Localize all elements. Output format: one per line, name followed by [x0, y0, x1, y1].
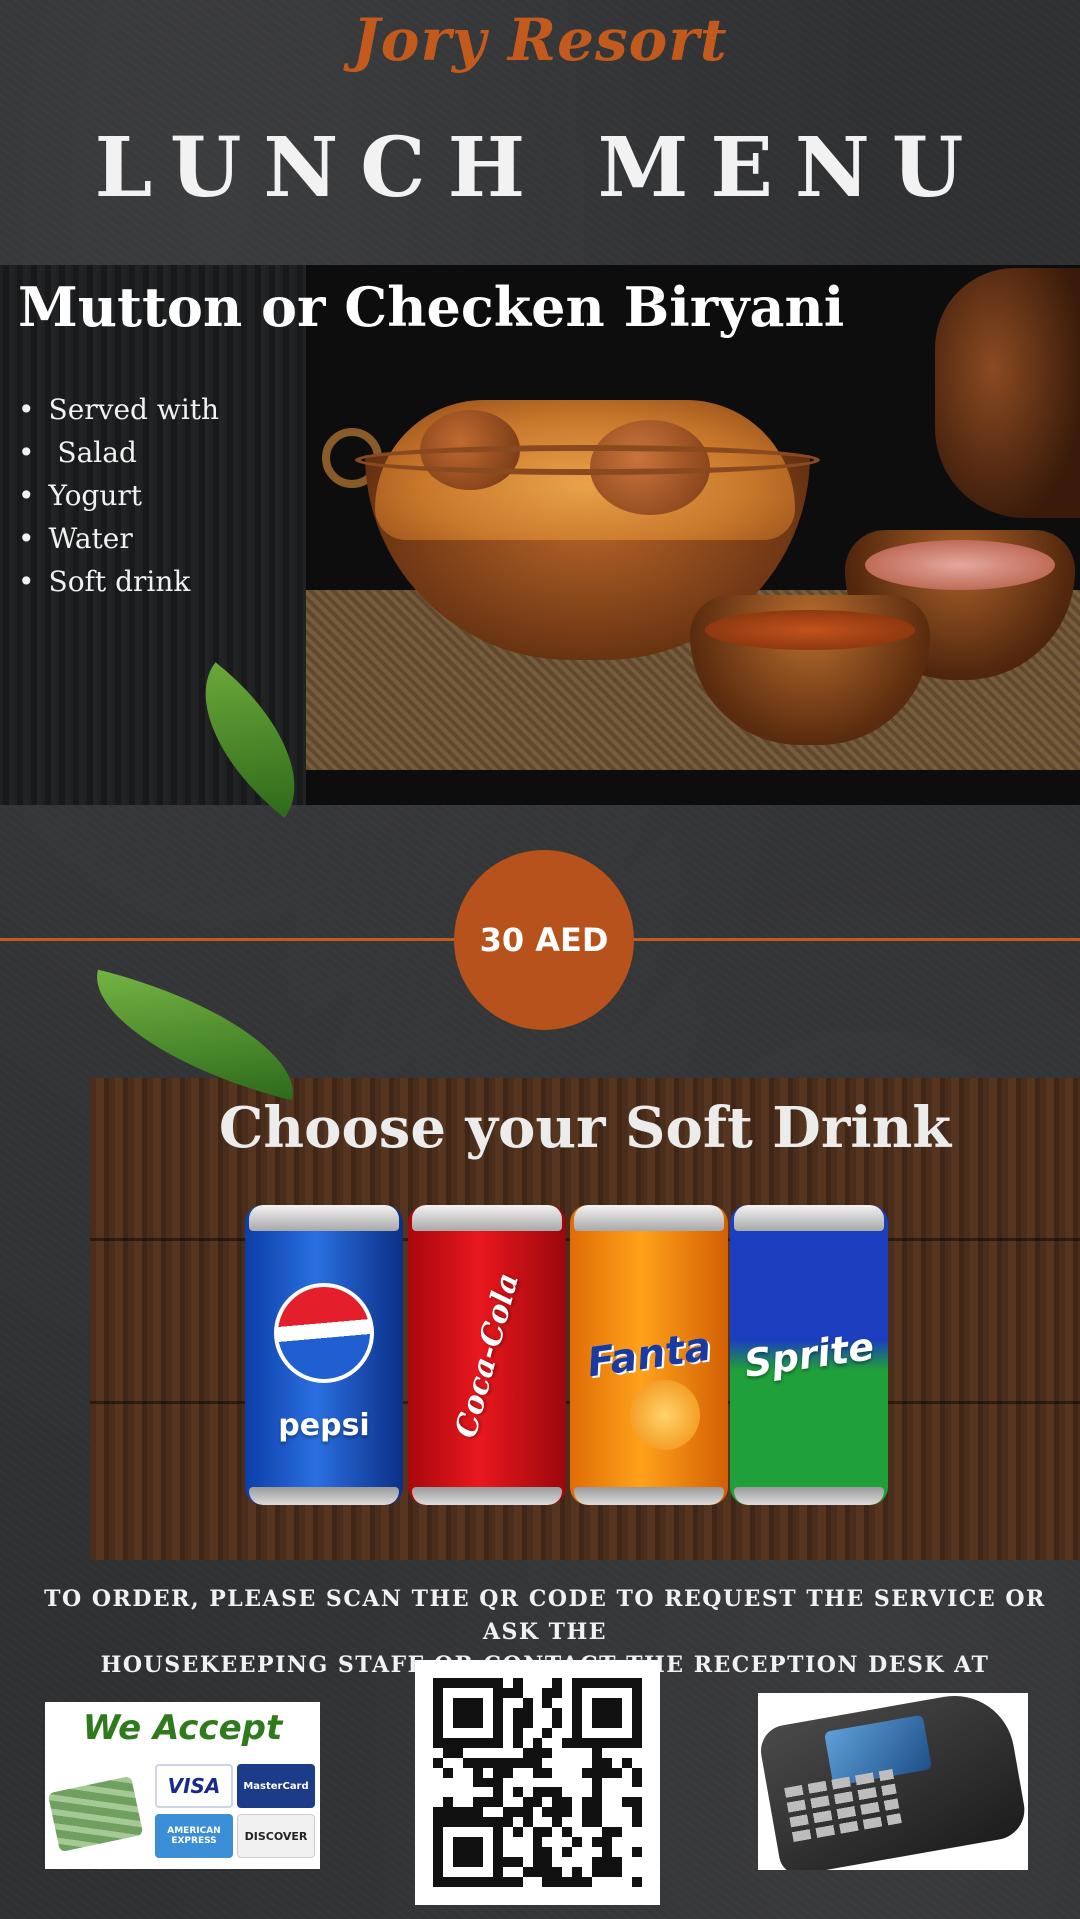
pepsi-label: pepsi — [278, 1407, 370, 1443]
curry-image — [705, 610, 915, 650]
cash-icon — [47, 1775, 144, 1853]
bowl-rim — [355, 445, 820, 475]
clay-pot-image — [935, 268, 1080, 518]
pepsi-logo-icon — [274, 1283, 374, 1383]
list-item: Yogurt — [18, 474, 219, 517]
orange-icon — [630, 1380, 700, 1450]
price-badge: 30 AED — [454, 850, 634, 1030]
dish-title: Mutton or Checken Biryani — [18, 275, 845, 339]
coca-cola-can[interactable]: Coca-Cola — [408, 1205, 566, 1505]
qr-code-icon[interactable] — [415, 1660, 660, 1905]
fanta-can[interactable]: Fanta — [570, 1205, 728, 1505]
payment-methods-card: We Accept VISA MasterCard AMERICAN EXPRE… — [45, 1702, 320, 1869]
drinks-title: Choose your Soft Drink — [218, 1095, 952, 1161]
list-item: Soft drink — [18, 560, 219, 603]
onion-salad-image — [865, 540, 1055, 590]
amex-logo-icon: AMERICAN EXPRESS — [155, 1814, 233, 1858]
discover-logo-icon: DISCOVER — [237, 1814, 315, 1858]
visa-logo-icon: VISA — [155, 1764, 233, 1808]
list-item: Salad — [18, 431, 219, 474]
dish-includes-list: Served with Salad Yogurt Water Soft drin… — [18, 388, 220, 603]
coca-cola-label: Coca-Cola — [448, 1268, 526, 1442]
order-line-1: TO ORDER, PLEASE SCAN THE QR CODE TO REQ… — [44, 1586, 1046, 1645]
mastercard-logo-icon: MasterCard — [237, 1764, 315, 1808]
menu-title: LUNCH MENU — [94, 120, 986, 216]
list-item: Water — [18, 517, 219, 560]
card-terminal-icon — [758, 1693, 1028, 1870]
sprite-can[interactable]: Sprite — [730, 1205, 888, 1505]
sprite-label: Sprite — [741, 1324, 877, 1386]
pepsi-can[interactable]: pepsi — [245, 1205, 403, 1505]
brand-name: Jory Resort — [352, 6, 728, 74]
qr-code-grid — [433, 1678, 642, 1887]
we-accept-title: We Accept — [82, 1708, 283, 1748]
list-item: Served with — [18, 388, 220, 431]
fanta-label: Fanta — [584, 1323, 714, 1387]
